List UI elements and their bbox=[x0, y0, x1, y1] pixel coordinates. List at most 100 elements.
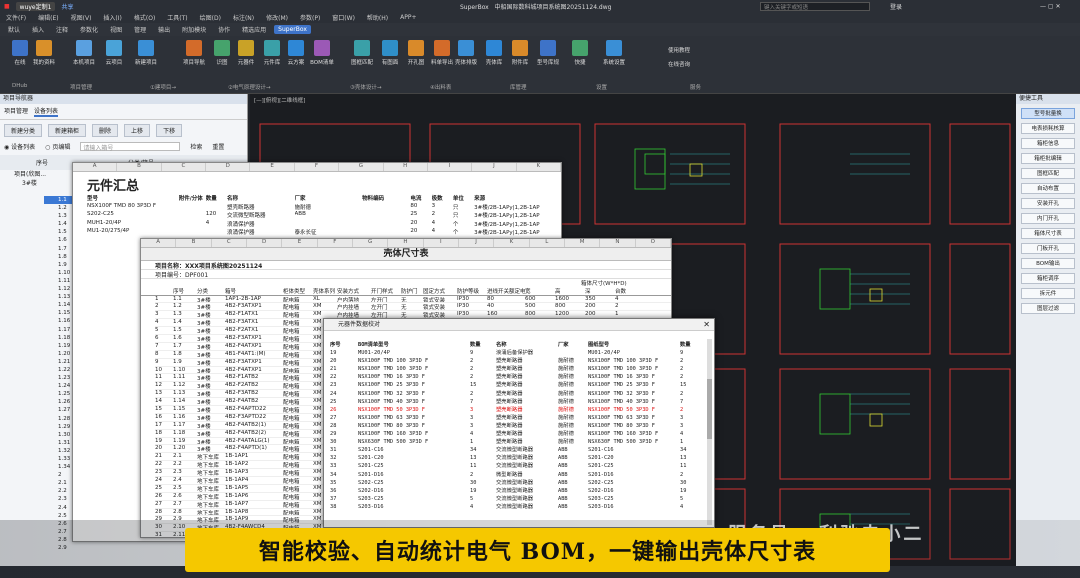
menu-item[interactable]: 绘图(D) bbox=[200, 13, 221, 22]
ribbon-button[interactable]: 我的资料 bbox=[30, 40, 58, 66]
move-down-button[interactable]: 下移 bbox=[156, 124, 183, 137]
ribbon-tab[interactable]: 协作 bbox=[214, 24, 234, 35]
menu-item[interactable]: 帮助(H) bbox=[367, 13, 388, 22]
search-button[interactable]: 检索 bbox=[190, 142, 202, 151]
help-search-input[interactable]: 键入关键字或短语 bbox=[760, 1, 870, 11]
tool-button[interactable]: 门板开孔 bbox=[1021, 243, 1075, 254]
reset-button[interactable]: 重置 bbox=[212, 142, 224, 151]
table-cell: 30 bbox=[330, 439, 337, 446]
ribbon-tab[interactable]: 注释 bbox=[52, 24, 72, 35]
ribbon-button-label: 图框匹配 bbox=[350, 60, 373, 66]
ribbon-button[interactable]: 有图面 bbox=[376, 40, 404, 66]
tool-button[interactable]: 箱柜信息 bbox=[1021, 138, 1075, 149]
menu-item[interactable]: 修改(M) bbox=[266, 13, 288, 22]
bom-row[interactable]: 20 NSX100F TMD 100 3P3D F 2 塑壳断路器 施耐德 NSX100F… bbox=[330, 357, 706, 365]
ribbon-button[interactable]: 开孔图 bbox=[402, 40, 430, 66]
menu-item[interactable]: 工具(T) bbox=[167, 13, 187, 22]
bom-row[interactable]: 38 S203-D16 4 交流微型断路器 ABB S203-D16 4 bbox=[330, 503, 706, 511]
ribbon-button[interactable]: 图框匹配 bbox=[348, 40, 376, 66]
app-menu-icon[interactable]: ■ bbox=[4, 3, 10, 10]
tool-button[interactable]: BOM输出 bbox=[1021, 258, 1075, 269]
table-cell: 1.18 bbox=[173, 429, 186, 436]
bom-row[interactable]: 23 NSX100F TMD 25 3P3D F 15 塑壳断路器 施耐德 NSX100F… bbox=[330, 381, 706, 389]
ribbon-tab[interactable]: 参数化 bbox=[76, 24, 102, 35]
tool-button[interactable]: 型号批量换 bbox=[1021, 108, 1075, 119]
ribbon-button[interactable]: 壳体排版 bbox=[452, 40, 480, 66]
window-controls[interactable]: — ▢ ✕ bbox=[1040, 3, 1061, 10]
bom-row[interactable]: 22 NSX100F TMD 16 3P3D F 2 塑壳断路器 施耐德 NSX100F … bbox=[330, 373, 706, 381]
bom-row[interactable]: 30 NSX630F TMD 500 3P3D F 1 塑壳断路器 施耐德 NSX630F… bbox=[330, 438, 706, 446]
tool-button[interactable]: 图层过滤 bbox=[1021, 303, 1075, 314]
menu-item[interactable]: 编辑(E) bbox=[38, 13, 58, 22]
ribbon-button[interactable]: 新建项目 bbox=[132, 40, 160, 66]
tool-button[interactable]: 图框匹配 bbox=[1021, 168, 1075, 179]
bom-row[interactable]: 25 NSX100F TMD 40 3P3D F 7 塑壳断路器 施耐德 NSX100F … bbox=[330, 398, 706, 406]
ribbon-button[interactable]: 元器件 bbox=[232, 40, 260, 66]
bom-row[interactable]: 24 NSX100F TMD 32 3P3D F 2 塑壳断路器 施耐德 NSX100F … bbox=[330, 390, 706, 398]
menu-item[interactable]: 窗口(W) bbox=[332, 13, 355, 22]
ribbon-button[interactable]: 云方案 bbox=[282, 40, 310, 66]
menu-item[interactable]: 格式(O) bbox=[134, 13, 155, 22]
move-up-button[interactable]: 上移 bbox=[124, 124, 151, 137]
new-cabinet-button[interactable]: 新建箱柜 bbox=[48, 124, 87, 137]
ribbon-button[interactable]: BOM清单 bbox=[308, 40, 336, 66]
ribbon-tab[interactable]: 附加模块 bbox=[178, 24, 210, 35]
menu-item[interactable]: 插入(I) bbox=[103, 13, 121, 22]
bom-row[interactable]: 32 S201-C20 13 交流微型断路器 ABB S201-C20 13 bbox=[330, 454, 706, 462]
ribbon-button[interactable]: 云项目 bbox=[100, 40, 128, 66]
bom-row[interactable]: 31 S201-C16 34 交流微型断路器 ABB S201-C16 34 bbox=[330, 446, 706, 454]
ribbon-button[interactable]: 项目导航 bbox=[180, 40, 208, 66]
menu-item[interactable]: 标注(N) bbox=[233, 13, 254, 22]
ribbon-tab[interactable]: 插入 bbox=[28, 24, 48, 35]
ribbon-button[interactable]: 附件库 bbox=[506, 40, 534, 66]
tool-button[interactable]: 箱柜批编辑 bbox=[1021, 153, 1075, 164]
menu-item[interactable]: 参数(P) bbox=[300, 13, 320, 22]
cabinet-search-input[interactable]: 请输入箱号 bbox=[80, 142, 181, 152]
bom-row[interactable]: 33 S201-C25 11 交流微型断路器 ABB S201-C25 11 bbox=[330, 462, 706, 470]
bom-row[interactable]: 27 NSX100F TMD 63 3P3D F 3 塑壳断路器 施耐德 NSX100F … bbox=[330, 414, 706, 422]
bom-row[interactable]: 28 NSX100F TMD 80 3P3D F 3 塑壳断路器 施耐德 NSX100F … bbox=[330, 422, 706, 430]
tool-button[interactable]: 拆元件 bbox=[1021, 288, 1075, 299]
bom-row[interactable]: 34 S201-D16 2 微型断路器 ABB S201-D16 2 bbox=[330, 471, 706, 479]
radio-page-edit[interactable]: ○ 页编辑 bbox=[45, 142, 70, 151]
menu-item[interactable]: 文件(F) bbox=[6, 13, 26, 22]
bom-row[interactable]: 29 NSX100F TMD 160 3P3D F 4 塑壳断路器 施耐德 NSX100F… bbox=[330, 430, 706, 438]
radio-device-list[interactable]: ◉ 设备列表 bbox=[4, 142, 35, 151]
menu-item[interactable]: APP+ bbox=[400, 14, 416, 21]
bom-scrollbar[interactable] bbox=[707, 339, 712, 525]
tool-button[interactable]: 安装开孔 bbox=[1021, 198, 1075, 209]
bom-row[interactable]: 35 S202-C25 30 交流微型断路器 ABB S202-C25 30 bbox=[330, 479, 706, 487]
close-icon[interactable]: ✕ bbox=[703, 320, 710, 329]
new-category-button[interactable]: 新建分类 bbox=[4, 124, 43, 137]
menu-item[interactable]: 视图(V) bbox=[71, 13, 92, 22]
ribbon-button[interactable]: 系统设置 bbox=[600, 40, 628, 66]
delete-button[interactable]: 删除 bbox=[92, 124, 119, 137]
bom-row[interactable]: 36 S202-D16 19 交流微型断路器 ABB S202-D16 19 bbox=[330, 487, 706, 495]
ribbon-tab[interactable]: SuperBox bbox=[274, 25, 311, 34]
workspace-select[interactable]: wuye定制1 bbox=[15, 1, 56, 11]
ribbon-button[interactable]: 本机项目 bbox=[70, 40, 98, 66]
tool-button[interactable]: 自动布置 bbox=[1021, 183, 1075, 194]
ribbon-tab[interactable]: 视图 bbox=[106, 24, 126, 35]
bom-row[interactable]: 19 MU01-20/4P 9 浪涌后备保护器 MU01-20/4P 9 bbox=[330, 349, 706, 357]
tool-button[interactable]: 电表损耗核算 bbox=[1021, 123, 1075, 134]
ribbon-button[interactable]: 壳体库 bbox=[480, 40, 508, 66]
ribbon-tab[interactable]: 精选应用 bbox=[238, 24, 270, 35]
tool-button[interactable]: 内门开孔 bbox=[1021, 213, 1075, 224]
tool-button[interactable]: 箱体尺寸表 bbox=[1021, 228, 1075, 239]
bom-row[interactable]: 26 NSX100F TMD 50 3P3D F 3 塑壳断路器 施耐德 NSX100F … bbox=[330, 406, 706, 414]
tool-button[interactable]: 箱柜调序 bbox=[1021, 273, 1075, 284]
login-button[interactable]: 登录 bbox=[890, 2, 902, 11]
ribbon-tab[interactable]: 默认 bbox=[4, 24, 24, 35]
tab-project-manage[interactable]: 项目管理 bbox=[4, 106, 28, 117]
tab-device-list[interactable]: 设备列表 bbox=[34, 106, 59, 117]
ribbon-button[interactable]: 型号库规 bbox=[534, 40, 562, 66]
bom-row[interactable]: 37 S203-C25 5 交流微型断路器 ABB S203-C25 5 bbox=[330, 495, 706, 503]
share-button[interactable]: 共享 bbox=[61, 2, 73, 11]
ribbon-button[interactable]: 使用教程 bbox=[668, 46, 728, 54]
ribbon-tab[interactable]: 输出 bbox=[154, 24, 174, 35]
ribbon-button[interactable]: 在线咨询 bbox=[668, 60, 728, 68]
ribbon-tab[interactable]: 管理 bbox=[130, 24, 150, 35]
ribbon-button[interactable]: 快捷 bbox=[566, 40, 594, 66]
bom-row[interactable]: 21 NSX100F TMD 100 3P3D F 2 塑壳断路器 施耐德 NSX100F… bbox=[330, 365, 706, 373]
